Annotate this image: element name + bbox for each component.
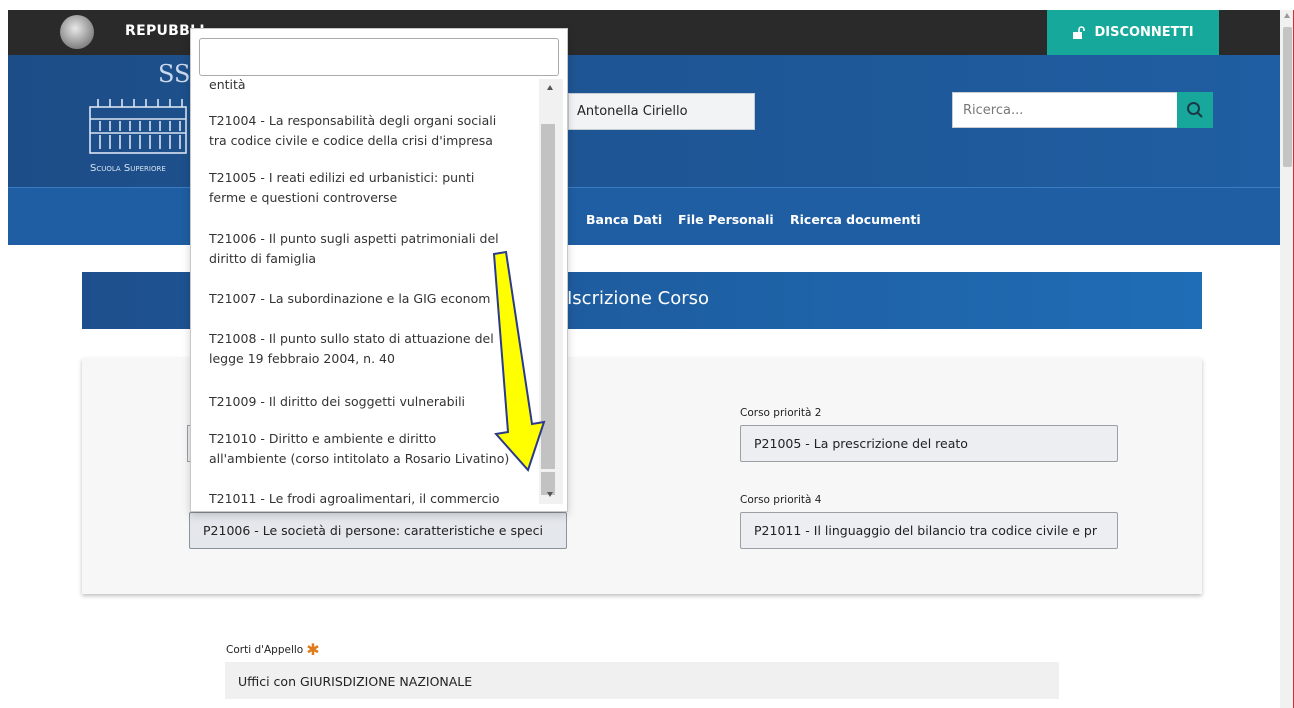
dropdown-option[interactable]: T21009 - Il diritto dei soggetti vulnera… — [209, 392, 529, 412]
scroll-down-arrow-icon[interactable] — [547, 492, 553, 497]
corti-appello-label: Corti d'Appello ✱ — [226, 640, 320, 659]
course-priority-2-label: Corso priorità 2 — [740, 407, 822, 419]
option-line: legge 19 febbraio 2004, n. 40 — [209, 351, 395, 366]
dropdown-option[interactable]: T21006 - Il punto sugli aspetti patrimon… — [209, 229, 529, 269]
dropdown-option[interactable]: T21010 - Diritto e ambiente e diritto all… — [209, 429, 529, 469]
option-line: all'ambiente (corso intitolato a Rosario… — [209, 451, 510, 466]
dropdown-option[interactable]: T21004 - La responsabilità degli organi … — [209, 111, 529, 151]
course-priority-2-select[interactable]: P21005 - La prescrizione del reato — [740, 425, 1118, 462]
option-line: T21004 - La responsabilità degli organi … — [209, 113, 497, 128]
search-input[interactable] — [952, 92, 1180, 128]
building-logo-icon — [89, 99, 187, 154]
unlock-icon — [1073, 25, 1086, 39]
logo-caption: Scuola Superiore — [90, 163, 166, 174]
scroll-up-arrow-icon[interactable] — [547, 85, 553, 90]
course-dropdown-panel: entità T21004 - La responsabilità degli … — [190, 28, 568, 512]
course-priority-4-select[interactable]: P21011 - Il linguaggio del bilancio tra … — [740, 512, 1118, 549]
corti-appello-select[interactable]: Uffici con GIURISDIZIONE NAZIONALE — [225, 662, 1059, 699]
option-line: T21010 - Diritto e ambiente e diritto — [209, 431, 437, 446]
option-line: T21011 - Le frodi agroalimentari, il com… — [209, 491, 500, 506]
option-line: T21007 - La subordinazione e la GIG econ… — [209, 291, 491, 306]
option-line: tra codice civile e codice della crisi d… — [209, 133, 493, 148]
option-line: ferme e questioni controverse — [209, 190, 398, 205]
dropdown-option[interactable]: entità — [209, 79, 529, 95]
user-name-display: Antonella Ciriello — [568, 93, 755, 130]
dropdown-options-list: entità T21004 - La responsabilità degli … — [191, 79, 538, 511]
dropdown-option[interactable]: T21007 - La subordinazione e la GIG econ… — [209, 289, 529, 309]
dropdown-option[interactable]: T21011 - Le frodi agroalimentari, il com… — [209, 489, 529, 509]
scroll-up-arrow-icon[interactable] — [1284, 13, 1290, 18]
page-scrollbar[interactable] — [1280, 10, 1294, 708]
logout-button[interactable]: DISCONNETTI — [1047, 10, 1219, 55]
nav-item-ricerca-documenti[interactable]: Ricerca documenti — [790, 212, 921, 227]
option-line: T21008 - Il punto sullo stato di attuazi… — [209, 331, 494, 346]
dropdown-option[interactable]: T21005 - I reati edilizi ed urbanistici:… — [209, 168, 529, 208]
dropdown-scrollbar[interactable] — [539, 79, 563, 504]
logout-label: DISCONNETTI — [1094, 25, 1194, 40]
course-priority-1-select[interactable]: P21006 - Le società di persone: caratter… — [189, 512, 567, 549]
option-line: T21009 - Il diritto dei soggetti vulnera… — [209, 394, 466, 409]
nav-item-banca-dati[interactable]: Banca Dati — [586, 212, 662, 227]
page-title: Iscrizione Corso — [567, 288, 710, 309]
nav-item-file-personali[interactable]: File Personali — [678, 212, 774, 227]
page-scroll-thumb[interactable] — [1283, 27, 1292, 167]
search-button[interactable] — [1177, 92, 1213, 128]
required-star-icon: ✱ — [306, 640, 320, 659]
course-priority-4-label: Corso priorità 4 — [740, 494, 822, 506]
option-line: T21006 - Il punto sugli aspetti patrimon… — [209, 231, 499, 246]
corti-appello-label-text: Corti d'Appello — [226, 644, 304, 656]
dropdown-option[interactable]: T21008 - Il punto sullo stato di attuazi… — [209, 329, 529, 369]
option-line: T21005 - I reati edilizi ed urbanistici:… — [209, 170, 475, 185]
logo-text: SS — [158, 60, 191, 88]
option-line: diritto di famiglia — [209, 251, 317, 266]
option-line: entità — [209, 79, 246, 92]
search-icon — [1187, 102, 1203, 118]
republic-emblem-icon — [60, 15, 94, 49]
dropdown-search-input[interactable] — [199, 38, 559, 76]
dropdown-scroll-thumb[interactable] — [541, 124, 555, 474]
